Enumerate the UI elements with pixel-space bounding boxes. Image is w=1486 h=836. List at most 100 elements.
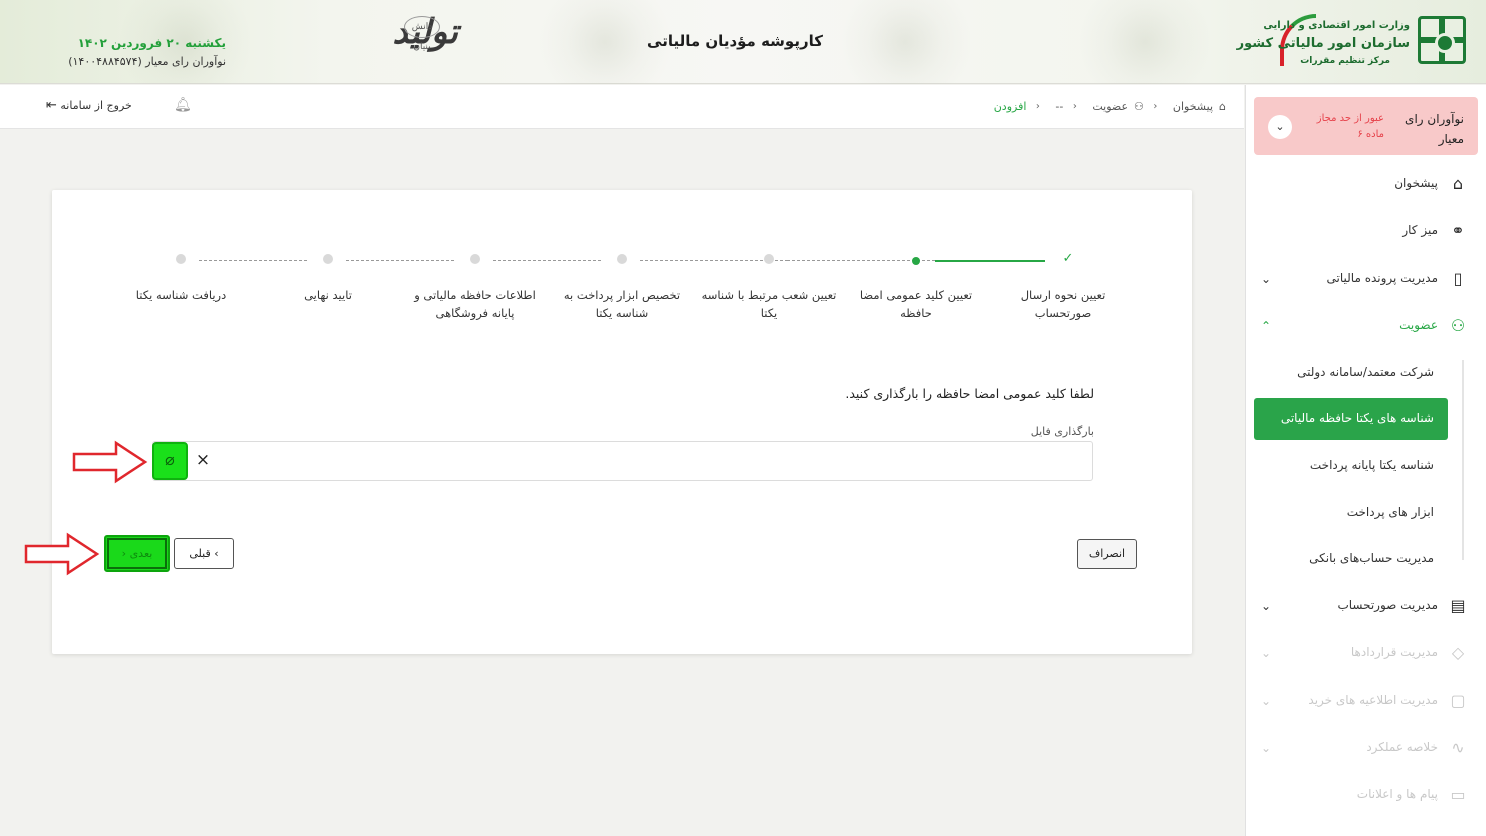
stepper-dot: [617, 254, 627, 264]
workdesk-icon: ⚭: [1451, 221, 1465, 240]
stepper-dot: [323, 254, 333, 264]
stepper-line: [346, 260, 454, 261]
sidebar-item-dashboard[interactable]: ⌂ پیشخوان: [1245, 164, 1486, 204]
sidebar-item-tax-file[interactable]: ▯ مدیریت پرونده مالیاتی ⌄: [1245, 259, 1486, 299]
submenu-item-label: مدیریت حساب‌های بانکی: [1309, 551, 1434, 565]
org-name-line3: مرکز تنظیم مقررات: [1300, 56, 1390, 66]
sidebar-item-label: مدیریت پرونده مالیاتی: [1326, 271, 1438, 285]
upload-field-label: بارگذاری فایل: [1030, 425, 1094, 438]
wizard-card: ✓ تعیین نحوه ارسال صورتحساب تعیین کلید ع…: [52, 190, 1192, 654]
invoice-icon: ▤: [1450, 596, 1466, 615]
chevron-down-icon: ⌄: [1261, 272, 1272, 286]
org-name-line1: وزارت امور اقتصادی و دارایی: [1263, 20, 1410, 31]
submenu-item-label: ابزار های پرداخت: [1346, 505, 1434, 519]
next-button-label: بعدی: [129, 547, 153, 560]
previous-button[interactable]: › قبلی: [174, 538, 234, 569]
sidebar-item-label: پیام ها و اعلانات: [1356, 787, 1438, 801]
breadcrumb-item-add: افزودن: [993, 99, 1027, 113]
logout-label: خروج از سامانه: [60, 99, 132, 112]
submenu-item-payment-tools[interactable]: ابزار های پرداخت: [1254, 492, 1448, 534]
clipboard-icon: ▢: [1450, 691, 1466, 710]
chart-icon: ∿: [1451, 738, 1465, 757]
sidebar-item-label: مدیریت صورتحساب: [1337, 598, 1438, 612]
stepper-dot-current: [912, 257, 920, 265]
sidebar-item-label: مدیریت اطلاعیه های خرید: [1308, 693, 1438, 707]
step-label-invoice-method: تعیین نحوه ارسال صورتحساب: [1020, 288, 1106, 320]
top-bar: ⌂ پیشخوان ‹ ⚇ عضویت ‹ -- ‹ افزودن 🔔︎ خروج …: [0, 85, 1244, 129]
submenu-item-payment-terminal[interactable]: شناسه یکتا پایانه پرداخت: [1254, 445, 1448, 487]
taxpayer-name: نوآوران رای معیار (۱۴۰۰۴۸۸۴۵۷۴): [68, 55, 226, 68]
step-label-branches: تعیین شعب مرتبط با شناسه یکتا: [701, 288, 837, 320]
stepper-dot: [470, 254, 480, 264]
sidebar-item-label: میز کار: [1402, 223, 1438, 237]
calligraphy-seal: دانش بنیان: [404, 16, 440, 52]
stepper-line: [199, 260, 307, 261]
chevron-down-icon: ⌄: [1261, 741, 1272, 755]
sidebar-item-contracts[interactable]: ◇ مدیریت قراردادها ⌄: [1245, 633, 1486, 673]
breadcrumb-item-placeholder: --: [1055, 99, 1064, 113]
chevron-down-icon[interactable]: ⌄: [1268, 115, 1292, 139]
submenu-item-trusted-company[interactable]: شرکت معتمد/سامانه دولتی: [1254, 352, 1448, 394]
home-icon: ⌂: [1452, 174, 1464, 193]
submenu-item-bank-accounts[interactable]: مدیریت حساب‌های بانکی: [1254, 538, 1448, 580]
submenu-scroll-rail: [1462, 360, 1464, 560]
production-calligraphy-logo: دانش بنیان تولید: [378, 12, 459, 74]
handshake-icon: ◇: [1451, 643, 1465, 662]
file-icon: ▯: [1453, 269, 1463, 288]
logout-button[interactable]: خروج از سامانه ⇤: [40, 98, 132, 113]
chevron-right-icon: ›: [214, 547, 219, 560]
stepper-dot: [176, 254, 186, 264]
step-label-public-key: تعیین کلید عمومی امضا حافظه: [859, 288, 973, 320]
chevron-down-icon: ⌄: [1261, 694, 1272, 708]
sidebar: نوآوران رای معیار عبور از حد مجاز ماده ۶…: [1245, 85, 1486, 836]
stepper-line-complete: [935, 260, 1045, 262]
annotation-arrow-icon: [72, 440, 148, 484]
alert-taxpayer-name: نوآوران رای معیار: [1405, 112, 1464, 146]
sidebar-item-label: پیشخوان: [1394, 176, 1438, 190]
annotation-arrow-icon: [24, 532, 100, 576]
sidebar-item-performance[interactable]: ∿ خلاصه عملکرد ⌄: [1245, 728, 1486, 768]
message-icon: ▭: [1450, 785, 1466, 804]
chevron-down-icon: ⌄: [1261, 599, 1272, 613]
bell-icon[interactable]: 🔔︎: [174, 97, 192, 113]
chevron-down-icon: ⌄: [1261, 646, 1272, 660]
breadcrumb-item-dashboard[interactable]: پیشخوان: [1173, 100, 1213, 113]
stepper-line: [493, 260, 601, 261]
step-label-receive-id: دریافت شناسه یکتا: [135, 288, 227, 302]
chevron-left-icon: ‹: [1035, 100, 1040, 112]
current-date: یکشنبه ۲۰ فروردین ۱۴۰۲: [77, 36, 226, 50]
cancel-button[interactable]: انصراف: [1077, 539, 1137, 569]
sidebar-item-workdesk[interactable]: ⚭ میز کار: [1245, 211, 1486, 251]
file-upload-field[interactable]: [152, 441, 1093, 481]
previous-button-label: قبلی: [189, 547, 211, 560]
submenu-item-label: شناسه یکتا پایانه پرداخت: [1309, 458, 1434, 472]
sidebar-item-messages[interactable]: ▭ پیام ها و اعلانات: [1245, 775, 1486, 815]
sidebar-item-membership[interactable]: ⚇ عضویت ⌃: [1245, 306, 1486, 346]
step-label-final-approval: تایید نهایی: [304, 288, 352, 302]
next-button[interactable]: بعدی ‹: [104, 535, 170, 572]
breadcrumb: ⌂ پیشخوان ‹ ⚇ عضویت ‹ -- ‹ افزودن: [988, 99, 1226, 113]
check-icon: ✓: [1062, 251, 1074, 266]
upload-instruction: لطفا کلید عمومی امضا حافظه را بارگذاری ک…: [845, 386, 1094, 401]
app-header: وزارت امور اقتصادی و دارایی سازمان امور …: [0, 0, 1486, 84]
sidebar-item-invoices[interactable]: ▤ مدیریت صورتحساب ⌄: [1245, 586, 1486, 626]
logout-icon: ⇤: [46, 98, 57, 113]
step-label-payment-tools: تخصیص ابزار پرداخت به شناسه یکتا: [563, 288, 681, 320]
sidebar-item-label: خلاصه عملکرد: [1366, 740, 1438, 754]
submenu-item-unique-ids[interactable]: شناسه های یکتا حافظه مالیاتی: [1254, 398, 1448, 440]
sidebar-item-label: مدیریت قراردادها: [1350, 645, 1438, 659]
chevron-left-icon: ‹: [1072, 100, 1077, 112]
home-icon: ⌂: [1219, 99, 1226, 113]
breadcrumb-item-membership[interactable]: عضویت: [1092, 100, 1128, 113]
user-icon: ⚇: [1450, 316, 1466, 335]
chevron-left-icon: ‹: [1153, 100, 1158, 112]
chevron-left-icon: ‹: [121, 547, 127, 560]
attach-file-button[interactable]: ⌀: [152, 442, 188, 480]
sidebar-item-purchase-notices[interactable]: ▢ مدیریت اطلاعیه های خرید ⌄: [1245, 681, 1486, 721]
user-icon: ⚇: [1134, 99, 1144, 113]
taxpayer-alert-card[interactable]: نوآوران رای معیار عبور از حد مجاز ماده ۶…: [1254, 97, 1478, 155]
submenu-item-label: شناسه های یکتا حافظه مالیاتی: [1280, 411, 1434, 425]
stepper-dot: [764, 254, 774, 264]
submenu-item-label: شرکت معتمد/سامانه دولتی: [1297, 365, 1434, 379]
clear-file-icon[interactable]: ×: [193, 450, 213, 470]
